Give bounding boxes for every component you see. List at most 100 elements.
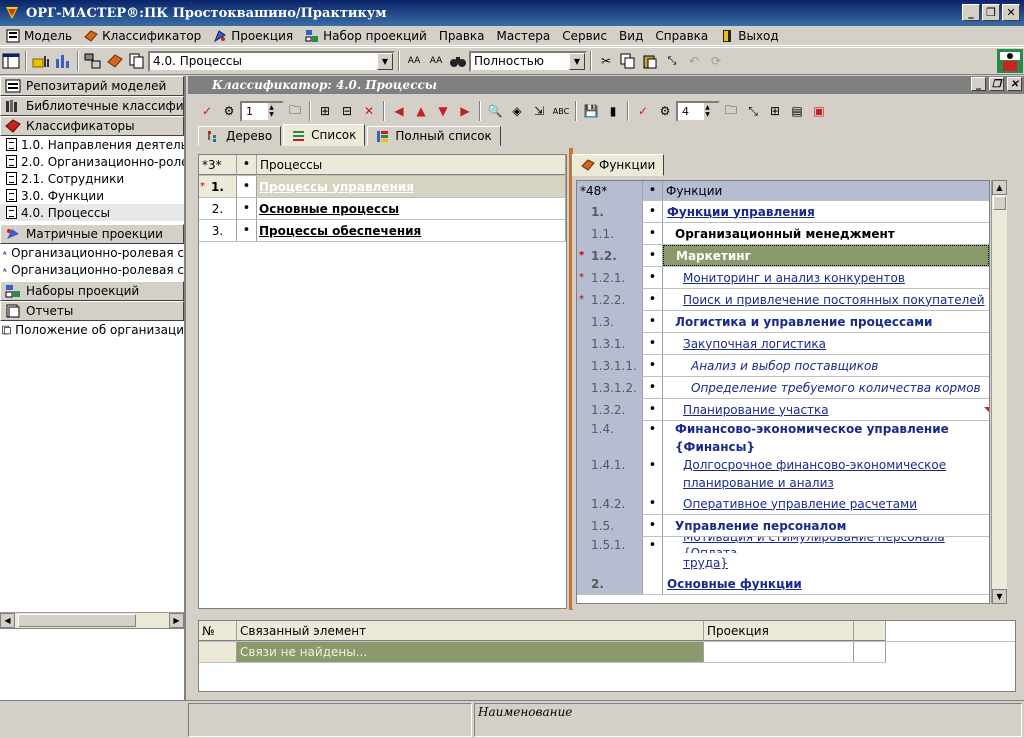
- chevron-down-icon[interactable]: ▼: [569, 52, 585, 70]
- import-button[interactable]: ⇲: [528, 100, 550, 122]
- minimize-button[interactable]: _: [962, 4, 980, 21]
- function-name[interactable]: Мониторинг и анализ конкурентов: [663, 267, 989, 288]
- table-row[interactable]: 1.3.2. • Планирование участка: [577, 399, 989, 421]
- properties-button[interactable]: ◈: [506, 100, 528, 122]
- open-button-2[interactable]: 🗀: [720, 100, 742, 122]
- undo-button[interactable]: ↶: [683, 50, 705, 72]
- process-name[interactable]: Процессы управления: [257, 176, 566, 197]
- table-row[interactable]: 1.3.1.1. • Анализ и выбор поставщиков: [577, 355, 989, 377]
- sidebar-item-directions[interactable]: 1.0. Направления деятельн: [0, 136, 184, 153]
- function-name[interactable]: Оперативное управление расчетами: [663, 493, 989, 514]
- paste-button[interactable]: [639, 50, 661, 72]
- table-row[interactable]: 1.4. • Финансово-экономическое управление: [577, 421, 989, 437]
- inner-close-button[interactable]: ✕: [1007, 77, 1022, 91]
- menu-help[interactable]: Справка: [649, 27, 714, 45]
- highlight-button[interactable]: ▤: [786, 100, 808, 122]
- menu-wizards[interactable]: Мастера: [491, 27, 557, 45]
- menu-projection-set[interactable]: Набор проекций: [299, 27, 433, 45]
- restore-button[interactable]: ❐: [982, 4, 1000, 21]
- close-button[interactable]: ✕: [1002, 4, 1020, 21]
- scroll-thumb[interactable]: [993, 196, 1006, 210]
- function-name[interactable]: Мотивация и стимулирование персонала {Оп…: [663, 537, 989, 553]
- classifier-toolbar-button[interactable]: [104, 50, 126, 72]
- function-name[interactable]: Организационный менеджмент: [663, 223, 989, 244]
- function-name[interactable]: Основные функции: [663, 573, 989, 594]
- sidebar-item-org-roles[interactable]: 2.0. Организационно-ролев: [0, 153, 184, 170]
- link-button-2[interactable]: ⤡: [742, 100, 764, 122]
- pages-button[interactable]: [126, 50, 148, 72]
- menu-projection[interactable]: Проекция: [207, 27, 299, 45]
- table-row[interactable]: 3. • Процессы обеспечения: [199, 220, 566, 242]
- menu-edit[interactable]: Правка: [433, 27, 491, 45]
- chart-button[interactable]: [52, 50, 74, 72]
- filter-button[interactable]: ⚙: [218, 100, 240, 122]
- menu-classifier[interactable]: Классификатор: [78, 27, 207, 45]
- level-spinner-2[interactable]: 4: [676, 100, 720, 122]
- move-down-button[interactable]: ▼: [432, 100, 454, 122]
- open-button[interactable]: 🗀: [284, 100, 306, 122]
- sidebar-classifiers[interactable]: Классификаторы: [0, 116, 184, 136]
- tab-full-list[interactable]: Полный список: [367, 126, 501, 146]
- functions-vertical-scrollbar[interactable]: ▲ ▼: [991, 180, 1007, 604]
- process-name[interactable]: Процессы обеспечения: [257, 220, 566, 241]
- table-row[interactable]: планирование и анализ: [577, 473, 989, 493]
- function-name[interactable]: труда}: [663, 553, 989, 573]
- table-row[interactable]: 1.1. • Организационный менеджмент: [577, 223, 989, 245]
- function-name[interactable]: Анализ и выбор поставщиков: [663, 355, 989, 376]
- function-name[interactable]: Долгосрочное финансово-экономическое: [663, 457, 989, 473]
- search-button[interactable]: [447, 50, 469, 72]
- table-row[interactable]: 2. Основные функции: [577, 573, 989, 595]
- menu-model[interactable]: Модель: [0, 27, 78, 45]
- close-classifier-button[interactable]: ▮: [602, 100, 624, 122]
- sidebar-item-matrix-2[interactable]: Организационно-ролевая с: [0, 261, 184, 278]
- copy-button[interactable]: [617, 50, 639, 72]
- structure-button[interactable]: [82, 50, 104, 72]
- table-row[interactable]: * 1.2. • Маркетинг: [577, 245, 989, 267]
- add-child-button[interactable]: ⊟: [336, 100, 358, 122]
- function-name[interactable]: Планирование участка: [663, 399, 989, 420]
- table-row[interactable]: 1.3.1.2. • Определение требуемого количест…: [577, 377, 989, 399]
- table-row[interactable]: 2. • Основные процессы: [199, 198, 566, 220]
- table-row[interactable]: 1.5.1. • Мотивация и стимулирование персон…: [577, 537, 989, 553]
- inner-minimize-button[interactable]: _: [971, 77, 986, 91]
- table-row[interactable]: * 1. • Процессы управления: [199, 176, 566, 198]
- move-right-button[interactable]: ▶: [454, 100, 476, 122]
- tree-button[interactable]: ⊞: [764, 100, 786, 122]
- sidebar-item-functions[interactable]: 3.0. Функции: [0, 187, 184, 204]
- table-row[interactable]: 1.4.1. • Долгосрочное финансово-экономичес…: [577, 457, 989, 473]
- add-item-button[interactable]: ⊞: [314, 100, 336, 122]
- function-name[interactable]: Закупочная логистика: [663, 333, 989, 354]
- function-name[interactable]: планирование и анализ: [663, 473, 989, 493]
- scroll-up-icon[interactable]: ▲: [992, 180, 1007, 195]
- tab-tree[interactable]: Дерево: [198, 126, 282, 146]
- function-name[interactable]: Определение требуемого количества кормов: [663, 377, 989, 398]
- spellcheck-button[interactable]: ABC: [550, 100, 572, 122]
- view-mode-select[interactable]: Полностью ▼: [469, 50, 587, 72]
- refresh-button[interactable]: ⟳: [705, 50, 727, 72]
- links-projection-header[interactable]: Проекция: [704, 621, 854, 641]
- functions-column-header[interactable]: Функции: [663, 181, 989, 200]
- table-row[interactable]: * 1.2.2. • Поиск и привлечение постоянных п…: [577, 289, 989, 311]
- move-up-button[interactable]: ▲: [410, 100, 432, 122]
- menu-service[interactable]: Сервис: [556, 27, 613, 45]
- sidebar-item-employees[interactable]: 2.1. Сотрудники: [0, 170, 184, 187]
- sidebar-item-regulation[interactable]: Положение об организаци: [0, 321, 184, 338]
- table-row[interactable]: Связи не найдены...: [199, 642, 886, 663]
- table-row[interactable]: 1. • Функции управления: [577, 201, 989, 223]
- check-button[interactable]: ✓: [196, 100, 218, 122]
- sidebar-matrix-projections[interactable]: Матричные проекции: [0, 224, 184, 244]
- font-decrease-button[interactable]: AA: [425, 50, 447, 72]
- table-row[interactable]: * 1.2.1. • Мониторинг и анализ конкурентов: [577, 267, 989, 289]
- sidebar-projection-sets[interactable]: Наборы проекций: [0, 281, 184, 301]
- function-name[interactable]: {Финансы}: [663, 437, 989, 457]
- function-name[interactable]: Маркетинг: [663, 245, 989, 266]
- link-button[interactable]: ⤡: [661, 50, 683, 72]
- tab-functions[interactable]: Функции: [572, 154, 665, 176]
- scroll-right-icon[interactable]: ▶: [169, 613, 184, 628]
- matrix-button[interactable]: ▣: [808, 100, 830, 122]
- classifier-select[interactable]: 4.0. Процессы ▼: [148, 50, 395, 72]
- preview-button[interactable]: 🔍: [484, 100, 506, 122]
- scroll-down-icon[interactable]: ▼: [992, 589, 1007, 604]
- layout-button[interactable]: [0, 50, 22, 72]
- sidebar-library[interactable]: Библиотечные классификато: [0, 96, 184, 116]
